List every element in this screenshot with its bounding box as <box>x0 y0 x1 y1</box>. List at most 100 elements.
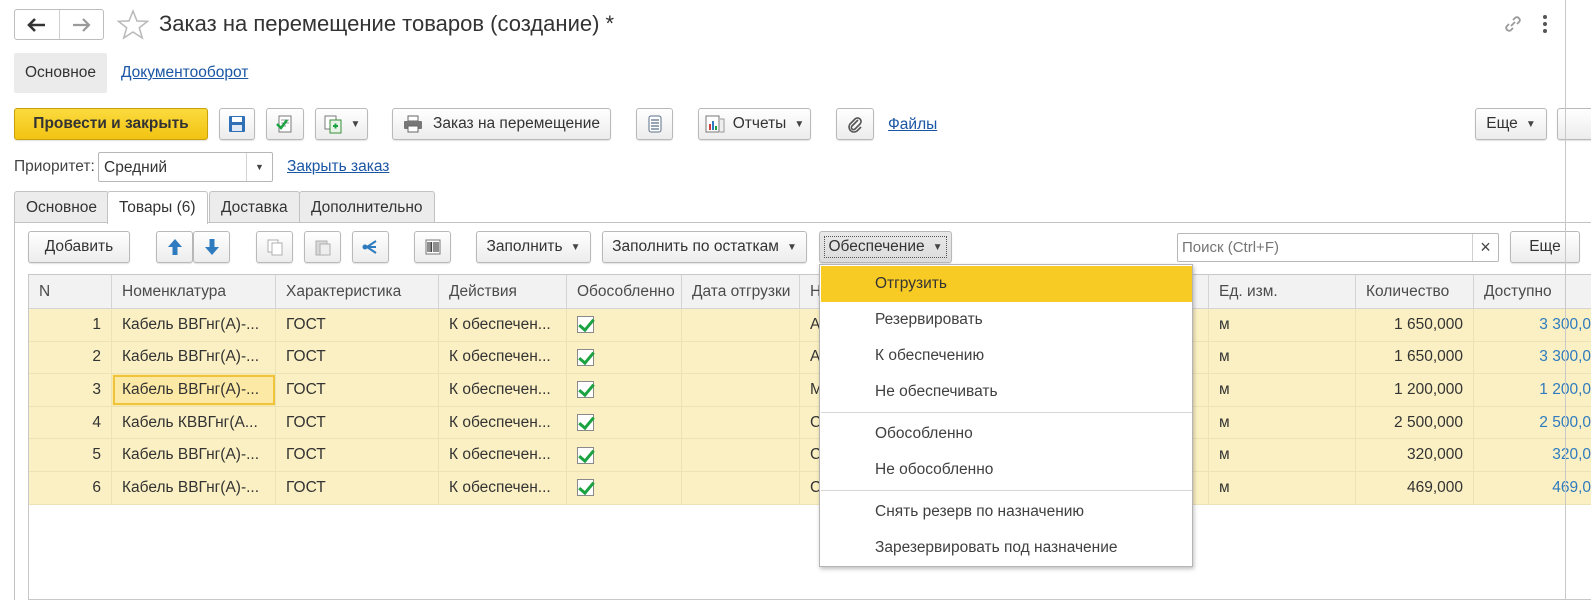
create-based-on-button[interactable]: ▼ <box>315 108 368 140</box>
cell-ship-date[interactable] <box>682 472 800 504</box>
cell-item[interactable]: Кабель ВВГнг(А)-... <box>112 472 276 504</box>
kebab-menu-icon[interactable] <box>1542 14 1548 34</box>
split-line-button[interactable] <box>352 231 389 263</box>
table-row[interactable]: 1 Кабель ВВГнг(А)-... ГОСТ К обеспечен... Ам… <box>29 309 1591 342</box>
cell-unit[interactable]: м <box>1209 472 1356 504</box>
cell-available[interactable]: 2 500,0 <box>1474 407 1591 439</box>
priority-select[interactable]: Средний ▼ <box>98 152 273 182</box>
cell-available[interactable]: 469,0 <box>1474 472 1591 504</box>
paste-button[interactable] <box>304 231 341 263</box>
cell-quantity[interactable]: 1 200,000 <box>1356 374 1474 406</box>
checkbox-checked-icon[interactable] <box>577 316 594 334</box>
cell-ship-date[interactable] <box>682 406 800 439</box>
cell-action[interactable]: К обеспечен... <box>439 406 567 439</box>
reports-button[interactable]: Отчеты ▼ <box>698 108 811 140</box>
copy-button[interactable] <box>256 231 293 263</box>
column-header-ship-date[interactable]: Дата отгрузки <box>682 275 800 308</box>
column-header-unit[interactable]: Ед. изм. <box>1209 275 1356 308</box>
post-and-close-button[interactable]: Провести и закрыть <box>14 108 208 140</box>
fill-button[interactable]: Заполнить ▼ <box>476 231 591 263</box>
cell-separate[interactable] <box>567 374 682 406</box>
menu-item-reserve[interactable]: Резервировать <box>821 302 1192 338</box>
nav-main[interactable]: Основное <box>14 53 107 93</box>
table-row[interactable]: 6 Кабель ВВГнг(А)-... ГОСТ К обеспечен... См… <box>29 472 1591 505</box>
cell-available[interactable]: 3 300,0 <box>1474 342 1591 374</box>
column-header-n[interactable]: N <box>29 275 112 308</box>
goods-table[interactable]: N Номенклатура Характеристика Действия О… <box>28 274 1591 600</box>
structure-button[interactable] <box>636 108 673 140</box>
cell-characteristic[interactable]: ГОСТ <box>276 472 439 504</box>
table-row[interactable]: 4 Кабель КВВГнг(А... ГОСТ К обеспечен... См 2… <box>29 406 1591 440</box>
cell-available[interactable]: 320,0 <box>1474 439 1591 471</box>
cell-available[interactable]: 1 200,0 <box>1474 374 1591 406</box>
move-down-button[interactable] <box>193 231 230 263</box>
cell-n[interactable]: 1 <box>29 309 112 341</box>
menu-item-do-not-provide[interactable]: Не обеспечивать <box>821 374 1192 410</box>
add-button[interactable]: Добавить <box>28 231 130 263</box>
cell-ship-date[interactable] <box>682 374 800 406</box>
save-button[interactable] <box>219 108 255 140</box>
cell-n[interactable]: 5 <box>29 439 112 471</box>
menu-item-remove-reserve[interactable]: Снять резерв по назначению <box>821 494 1192 530</box>
barcode-button[interactable] <box>414 231 451 263</box>
cell-n[interactable]: 3 <box>29 374 112 406</box>
cell-action[interactable]: К обеспечен... <box>439 309 567 341</box>
cell-item[interactable]: Кабель ВВГнг(А)-... <box>112 374 276 406</box>
tab-main[interactable]: Основное <box>14 191 110 223</box>
cell-action[interactable]: К обеспечен... <box>439 439 567 471</box>
column-header-item[interactable]: Номенклатура <box>112 275 276 308</box>
cell-characteristic[interactable]: ГОСТ <box>276 439 439 471</box>
link-icon[interactable] <box>1502 13 1524 35</box>
cell-item[interactable]: Кабель КВВГнг(А... <box>112 406 276 439</box>
star-icon[interactable] <box>117 9 149 40</box>
cell-action[interactable]: К обеспечен... <box>439 374 567 406</box>
column-header-available[interactable]: Доступно <box>1474 275 1591 308</box>
column-header-quantity[interactable]: Количество <box>1356 275 1474 308</box>
cell-characteristic[interactable]: ГОСТ <box>276 406 439 439</box>
checkbox-checked-icon[interactable] <box>577 348 594 366</box>
print-order-button[interactable]: Заказ на перемещение <box>392 108 611 140</box>
fill-by-stock-button[interactable]: Заполнить по остаткам ▼ <box>602 231 807 263</box>
cell-unit[interactable]: м <box>1209 341 1356 374</box>
column-header-characteristic[interactable]: Характеристика <box>276 275 439 308</box>
table-row[interactable]: 3 Кабель ВВГнг(А)-... ГОСТ К обеспечен... Мм… <box>29 374 1591 407</box>
menu-item-separate[interactable]: Обособленно <box>821 416 1192 452</box>
cell-ship-date[interactable] <box>682 439 800 471</box>
cell-n[interactable]: 2 <box>29 341 112 374</box>
checkbox-checked-icon[interactable] <box>577 381 594 399</box>
priority-dropdown-button[interactable]: ▼ <box>246 153 272 181</box>
cell-unit[interactable]: м <box>1209 374 1356 406</box>
checkbox-checked-icon[interactable] <box>577 446 594 464</box>
cell-unit[interactable]: м <box>1209 309 1356 341</box>
post-button[interactable] <box>266 108 304 140</box>
cell-item[interactable]: Кабель ВВГнг(А)-... <box>112 439 276 471</box>
column-header-action[interactable]: Действия <box>439 275 567 308</box>
cell-quantity[interactable]: 320,000 <box>1356 439 1474 471</box>
files-link[interactable]: Файлы <box>888 116 937 134</box>
cell-action[interactable]: К обеспечен... <box>439 472 567 504</box>
cell-separate[interactable] <box>567 309 682 341</box>
back-button[interactable] <box>15 10 60 39</box>
more-button[interactable]: Еще ▼ <box>1475 108 1547 140</box>
attach-button[interactable] <box>836 108 874 140</box>
cell-separate[interactable] <box>567 439 682 471</box>
tab-delivery[interactable]: Доставка <box>209 191 300 223</box>
cell-item[interactable]: Кабель ВВГнг(А)-... <box>112 341 276 374</box>
cell-quantity[interactable]: 1 650,000 <box>1356 341 1474 374</box>
help-button[interactable] <box>1557 108 1591 140</box>
cell-n[interactable]: 4 <box>29 406 112 439</box>
cell-unit[interactable]: м <box>1209 406 1356 439</box>
cell-separate[interactable] <box>567 341 682 374</box>
cell-quantity[interactable]: 469,000 <box>1356 472 1474 504</box>
menu-item-not-separate[interactable]: Не обособленно <box>821 452 1192 488</box>
goods-more-button[interactable]: Еще <box>1510 231 1580 263</box>
tab-goods[interactable]: Товары (6) <box>107 191 208 224</box>
cell-characteristic[interactable]: ГОСТ <box>276 374 439 406</box>
cell-unit[interactable]: м <box>1209 439 1356 471</box>
column-header-separate[interactable]: Обособленно <box>567 275 682 308</box>
cell-quantity[interactable]: 1 650,000 <box>1356 309 1474 341</box>
table-row[interactable]: 2 Кабель ВВГнг(А)-... ГОСТ К обеспечен... Ам… <box>29 341 1591 375</box>
move-up-button[interactable] <box>156 231 193 263</box>
cell-item[interactable]: Кабель ВВГнг(А)-... <box>112 309 276 341</box>
cell-action[interactable]: К обеспечен... <box>439 341 567 374</box>
